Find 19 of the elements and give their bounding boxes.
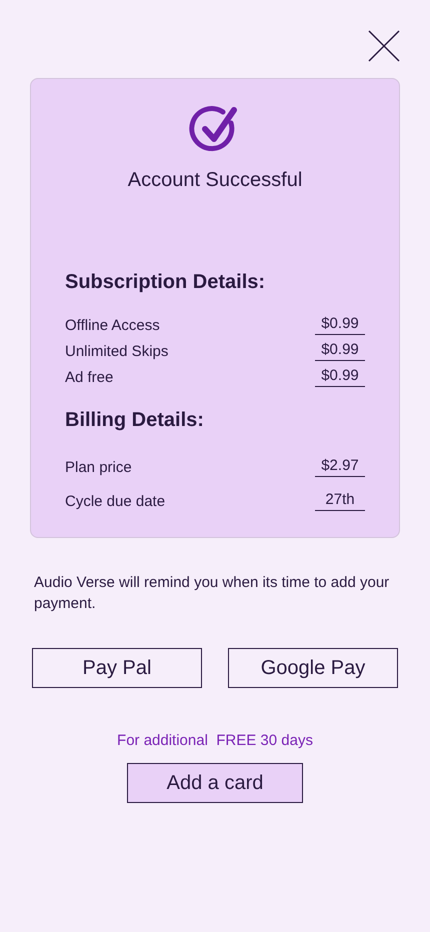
- section-heading: Billing Details:: [65, 408, 205, 433]
- offer-text: For additional FREE 30 days: [116, 731, 314, 751]
- detail-value: $2.97: [315, 457, 365, 477]
- detail-label: Plan price: [65, 459, 132, 477]
- payment-button[interactable]: Pay Pal: [32, 648, 202, 688]
- detail-label: Ad free: [65, 369, 114, 387]
- section-heading: Subscription Details:: [65, 270, 266, 295]
- detail-value: $0.99: [315, 367, 365, 387]
- detail-label: Cycle due date: [65, 493, 166, 511]
- close-icon[interactable]: [368, 30, 400, 62]
- detail-value: 27th: [315, 491, 365, 511]
- detail-label: Offline Access: [65, 317, 160, 335]
- card-title: Account Successful: [126, 168, 304, 193]
- detail-value: $0.99: [315, 341, 365, 361]
- detail-label: Unlimited Skips: [65, 343, 168, 361]
- payment-button[interactable]: Google Pay: [228, 648, 398, 688]
- add-card-button[interactable]: Add a card: [127, 762, 303, 802]
- detail-value: $0.99: [315, 315, 365, 335]
- reminder-text: Audio Verse will remind you when its time to add your payment.: [34, 573, 390, 614]
